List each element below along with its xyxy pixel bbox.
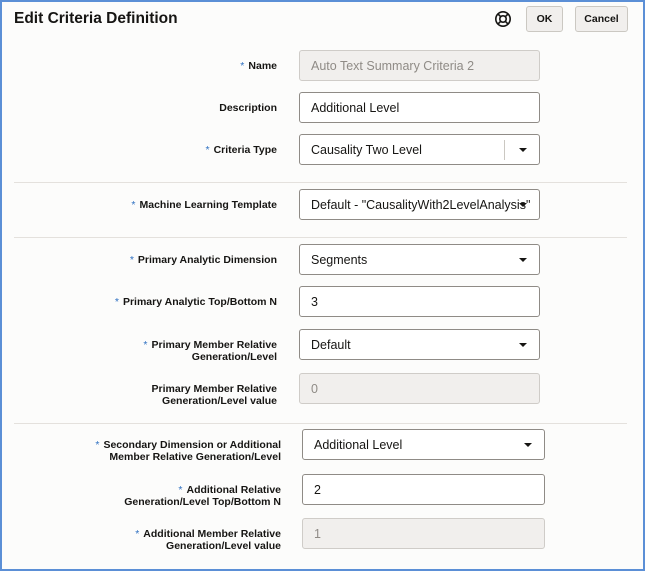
description-value: Additional Level <box>311 100 400 115</box>
criteria-type-select[interactable]: Causality Two Level <box>299 134 540 165</box>
required-marker: * <box>129 254 134 266</box>
required-marker: * <box>131 199 136 211</box>
ml-template-label: * Machine Learning Template <box>131 199 277 211</box>
primary-top-bottom-input[interactable]: 3 <box>299 286 540 317</box>
secondary-dimension-select[interactable]: Additional Level <box>302 429 545 460</box>
name-label: * Name <box>240 60 277 72</box>
ml-template-select[interactable]: Default - "CausalityWith2LevelAnalysis" <box>299 189 540 220</box>
chevron-down-icon[interactable] <box>519 258 527 262</box>
additional-top-bottom-input[interactable]: 2 <box>302 474 545 505</box>
description-input[interactable]: Additional Level <box>299 92 540 123</box>
secondary-dimension-label: * Secondary Dimension or Additional Membe… <box>95 439 281 463</box>
required-marker: * <box>178 484 183 496</box>
required-marker: * <box>143 339 148 351</box>
help-lifebuoy-icon[interactable] <box>494 10 512 28</box>
primary-dimension-label: * Primary Analytic Dimension <box>129 254 277 266</box>
primary-member-gen-select[interactable]: Default <box>299 329 540 360</box>
primary-member-gen-value: Default <box>311 337 351 352</box>
additional-member-gen-value-field: 1 <box>302 518 545 549</box>
primary-member-gen-value-value: 0 <box>311 381 318 396</box>
primary-top-bottom-value: 3 <box>311 294 318 309</box>
ok-button[interactable]: OK <box>526 6 563 32</box>
edit-criteria-dialog: Edit Criteria Definition OK Cancel * Name… <box>0 0 645 571</box>
additional-top-bottom-value: 2 <box>314 482 321 497</box>
primary-member-gen-value-field: 0 <box>299 373 540 404</box>
additional-top-bottom-label: * Additional Relative Generation/Level To… <box>124 484 281 508</box>
chevron-down-icon[interactable] <box>519 148 527 152</box>
name-value: Auto Text Summary Criteria 2 <box>311 58 475 73</box>
additional-member-gen-value-label: * Additional Member Relative Generation/L… <box>135 528 281 552</box>
criteria-type-label: * Criteria Type <box>205 144 277 156</box>
primary-top-bottom-label: * Primary Analytic Top/Bottom N <box>114 296 277 308</box>
primary-dimension-value: Segments <box>311 252 368 267</box>
primary-member-gen-label: * Primary Member Relative Generation/Leve… <box>143 339 277 363</box>
section-divider <box>14 423 627 424</box>
required-marker: * <box>135 528 140 540</box>
required-marker: * <box>95 439 100 451</box>
primary-member-gen-value-label: Primary Member Relative Generation/Level… <box>151 383 277 407</box>
additional-member-gen-value-value: 1 <box>314 526 321 541</box>
required-marker: * <box>240 60 245 72</box>
secondary-dimension-value: Additional Level <box>314 437 403 452</box>
name-field: Auto Text Summary Criteria 2 <box>299 50 540 81</box>
chevron-down-icon[interactable] <box>519 203 527 207</box>
chevron-down-icon[interactable] <box>519 343 527 347</box>
ml-template-value: Default - "CausalityWith2LevelAnalysis" <box>311 197 531 212</box>
primary-dimension-select[interactable]: Segments <box>299 244 540 275</box>
criteria-type-value: Causality Two Level <box>311 142 422 157</box>
required-marker: * <box>205 144 210 156</box>
select-separator <box>504 140 505 160</box>
chevron-down-icon[interactable] <box>524 443 532 447</box>
section-divider <box>14 237 627 238</box>
dialog-title: Edit Criteria Definition <box>14 10 178 27</box>
cancel-button[interactable]: Cancel <box>575 6 628 32</box>
section-divider <box>14 182 627 183</box>
description-label: Description <box>219 102 277 114</box>
required-marker: * <box>114 296 119 308</box>
